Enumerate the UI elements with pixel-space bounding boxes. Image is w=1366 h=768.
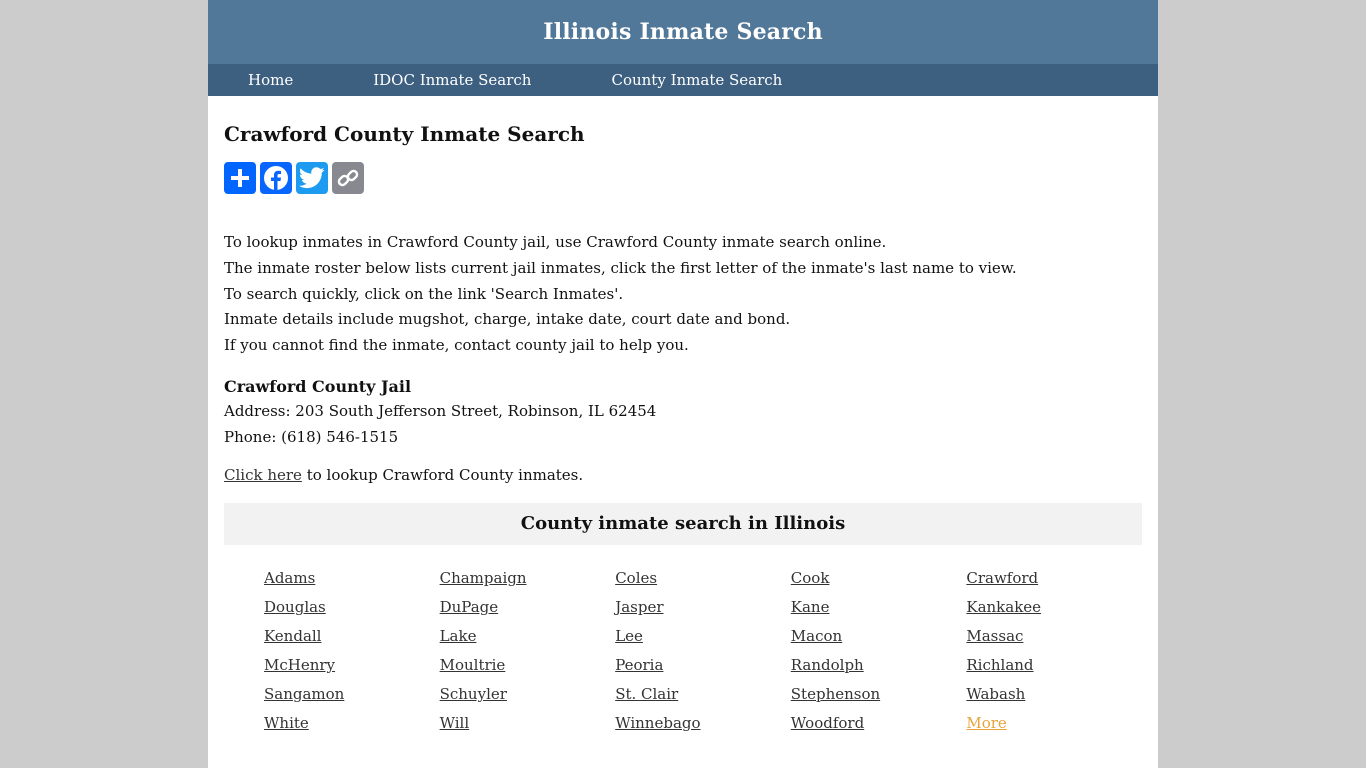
county-link[interactable]: Sangamon [264,680,344,709]
intro-text: To lookup inmates in Crawford County jai… [224,230,1142,359]
county-link[interactable]: McHenry [264,651,335,680]
county-link[interactable]: Jasper [615,593,663,622]
county-link[interactable]: Winnebago [615,709,700,738]
county-link[interactable]: White [264,709,309,738]
county-link[interactable]: Cook [791,564,830,593]
county-link[interactable]: Schuyler [440,680,507,709]
county-link[interactable]: Adams [264,564,315,593]
county-link[interactable]: Kane [791,593,830,622]
site-title[interactable]: Illinois Inmate Search [543,19,823,45]
nav-home[interactable]: Home [248,71,293,89]
facebook-icon [264,166,288,190]
county-link[interactable]: Richland [966,651,1033,680]
facebook-share-button[interactable] [260,162,292,194]
nav-idoc-inmate-search[interactable]: IDOC Inmate Search [373,71,531,89]
county-link[interactable]: Crawford [966,564,1038,593]
twitter-icon [299,167,325,189]
site-header: Illinois Inmate Search [208,0,1158,64]
county-link[interactable]: Wabash [966,680,1025,709]
copy-link-button[interactable] [332,162,364,194]
page-container: Illinois Inmate Search Home IDOC Inmate … [208,0,1158,768]
county-link[interactable]: DuPage [440,593,499,622]
county-link[interactable]: Woodford [791,709,864,738]
intro-line: If you cannot find the inmate, contact c… [224,336,689,355]
lookup-line: Click here to lookup Crawford County inm… [224,464,1142,486]
county-link[interactable]: Douglas [264,593,326,622]
plus-icon [231,169,249,187]
county-link[interactable]: Kankakee [966,593,1041,622]
jail-phone: Phone: (618) 546-1515 [224,427,399,446]
county-links-grid: Adams Champaign Coles Cook Crawford Doug… [224,564,1142,737]
jail-address: Address: 203 South Jefferson Street, Rob… [224,402,657,421]
county-link[interactable]: St. Clair [615,680,678,709]
county-link[interactable]: Coles [615,564,657,593]
share-bar [224,162,1142,194]
intro-line: The inmate roster below lists current ja… [224,258,1017,277]
share-button[interactable] [224,162,256,194]
county-link[interactable]: Macon [791,622,842,651]
intro-line: Inmate details include mugshot, charge, … [224,310,791,329]
intro-line: To search quickly, click on the link 'Se… [224,284,624,303]
county-link[interactable]: Kendall [264,622,321,651]
click-here-link[interactable]: Click here [224,466,302,484]
county-heading-text: County inmate search in Illinois [520,513,846,535]
more-counties-link[interactable]: More [966,709,1006,738]
county-link[interactable]: Lee [615,622,643,651]
county-link[interactable]: Peoria [615,651,663,680]
link-icon [337,169,359,187]
county-link[interactable]: Champaign [440,564,527,593]
main-content: Crawford County Inmate Search To lookup … [208,96,1158,738]
county-link[interactable]: Randolph [791,651,864,680]
jail-info: Crawford County Jail Address: 203 South … [224,374,1142,451]
county-link[interactable]: Massac [966,622,1023,651]
intro-line: To lookup inmates in Crawford County jai… [224,233,887,251]
county-section-heading: County inmate search in Illinois [224,503,1142,546]
jail-name: Crawford County Jail [224,376,412,396]
lookup-text: to lookup Crawford County inmates. [301,466,584,485]
county-link[interactable]: Will [440,709,470,738]
county-link[interactable]: Moultrie [440,651,506,680]
county-link[interactable]: Stephenson [791,680,880,709]
main-nav: Home IDOC Inmate Search County Inmate Se… [208,64,1158,96]
twitter-share-button[interactable] [296,162,328,194]
nav-county-inmate-search[interactable]: County Inmate Search [611,71,782,89]
page-title: Crawford County Inmate Search [224,122,585,146]
county-link[interactable]: Lake [440,622,477,651]
